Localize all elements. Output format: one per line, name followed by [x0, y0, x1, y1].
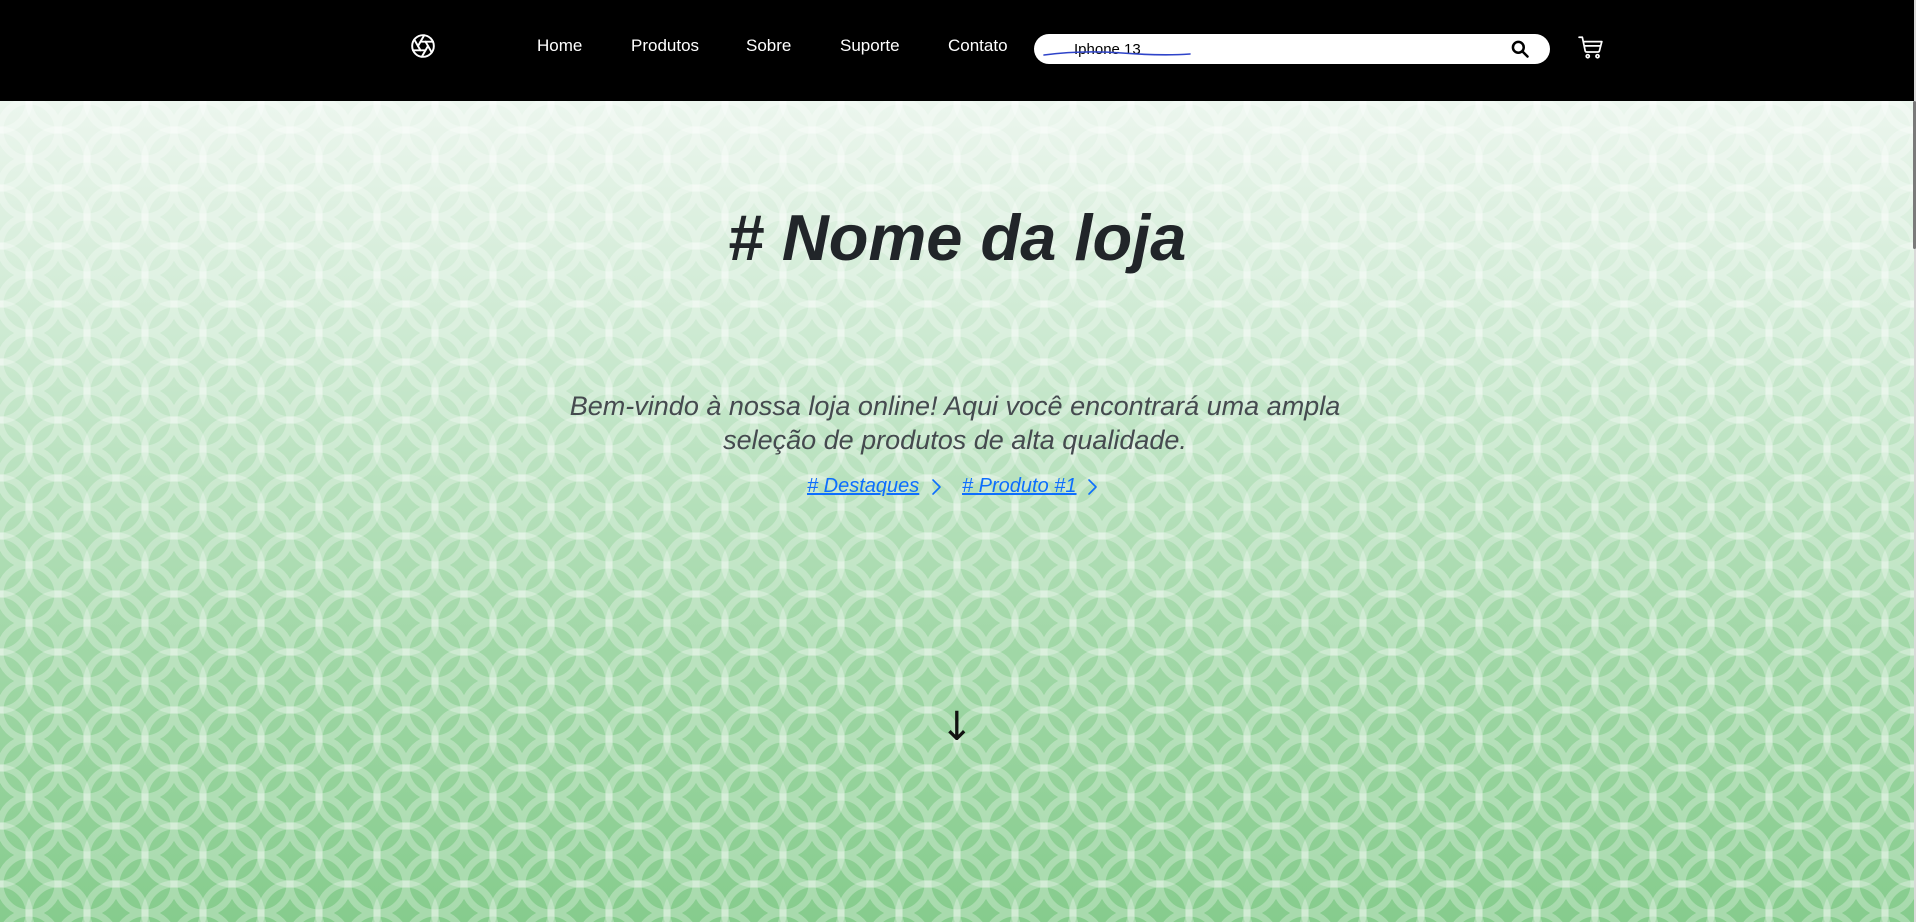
nav-link-home[interactable]: Home: [537, 36, 582, 56]
nav-link-suporte[interactable]: Suporte: [840, 36, 900, 56]
link-produto-1[interactable]: # Produto #1: [962, 474, 1077, 498]
chevron-right-icon: [1088, 479, 1097, 495]
aperture-icon[interactable]: [410, 33, 436, 59]
page-title: # Nome da loja: [727, 201, 1187, 274]
chevron-right-icon: [932, 479, 941, 495]
hero-section: # Nome da loja Bem-vindo à nossa loja on…: [0, 101, 1914, 922]
search-box: [1034, 34, 1550, 64]
nav-link-sobre[interactable]: Sobre: [746, 36, 791, 56]
search-icon[interactable]: [1510, 39, 1530, 59]
scroll-down-arrow-icon[interactable]: ↓: [940, 705, 974, 749]
navbar: Home Produtos Sobre Suporte Contato: [0, 0, 1916, 101]
nav-link-contato[interactable]: Contato: [948, 36, 1008, 56]
cart-icon[interactable]: [1578, 34, 1604, 60]
nav-link-produtos[interactable]: Produtos: [631, 36, 699, 56]
link-destaques[interactable]: # Destaques: [807, 474, 919, 498]
hero-description: Bem-vindo à nossa loja online! Aqui você…: [569, 391, 1341, 455]
spellcheck-underline: [1043, 51, 1191, 56]
